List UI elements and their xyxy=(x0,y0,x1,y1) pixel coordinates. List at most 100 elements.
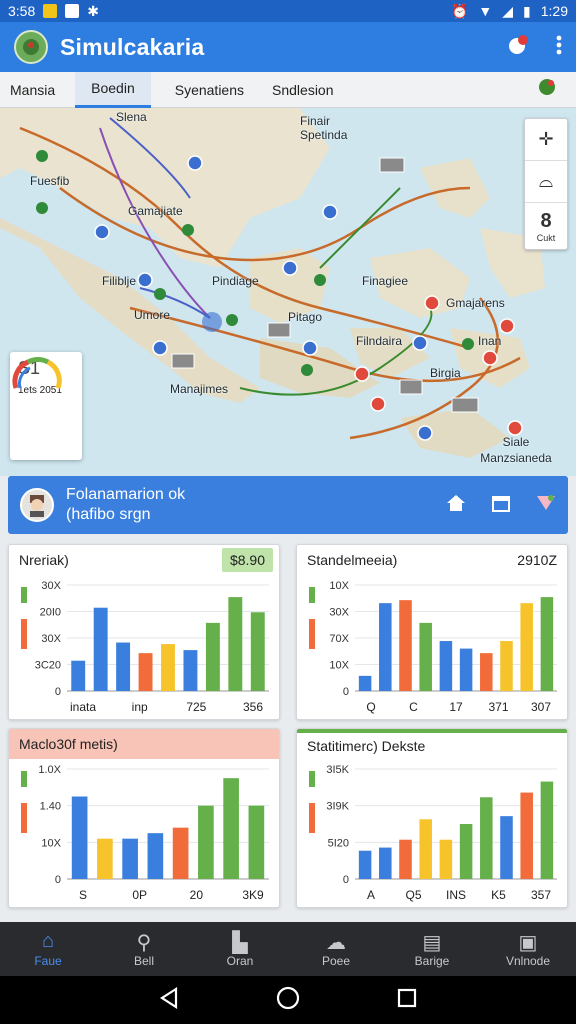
gauge-icon xyxy=(12,356,62,389)
score-card[interactable]: S1 1ets 2051 xyxy=(10,352,82,460)
tab-bar: Mansia Boedin Syenatiens Sndlesion xyxy=(0,71,576,108)
chart-card-4[interactable]: Statitimerc) Dekste 3I5K 3I9K 5I20 0 A Q5 INS K… xyxy=(296,728,568,908)
map-label: Pindiage xyxy=(212,274,259,288)
bar xyxy=(248,805,265,879)
notification-bell-icon[interactable] xyxy=(506,33,530,62)
bar xyxy=(399,600,412,691)
map-canvas xyxy=(0,108,545,458)
back-icon[interactable] xyxy=(159,986,179,1014)
nav-label: Oran xyxy=(226,954,254,968)
home-icon: ⌂ xyxy=(41,930,55,952)
map-label: Slena xyxy=(116,110,147,124)
asterisk-icon: ✱ xyxy=(87,2,99,19)
nav-label: Bell xyxy=(133,954,154,968)
map-label: Finagiee xyxy=(362,274,409,288)
chart-svg: 10X 30X 70X 10X 0 Q C 17 371 307 xyxy=(309,580,557,714)
ytick-label: 10X xyxy=(329,580,349,592)
nav-item-search[interactable]: ⚲ Bell xyxy=(96,922,192,976)
map-controls: ✛ ⌓ 8 Cukt xyxy=(524,118,568,250)
bar xyxy=(379,603,392,691)
map-label: Siale Manzsianeda xyxy=(480,435,552,465)
nav-item-group[interactable]: ☁ Poee xyxy=(288,922,384,976)
group-icon: ☁ xyxy=(326,932,346,954)
status-bar: 3:58 ✱ ⏰ ▼ ◢ ▮ 1:29 xyxy=(0,0,576,22)
notification-icon-2 xyxy=(65,4,80,18)
app-logo[interactable] xyxy=(14,30,48,64)
xtick-label: 17 xyxy=(449,700,463,714)
home-icon[interactable] xyxy=(446,494,466,517)
bar xyxy=(419,819,432,879)
app-title: Simulcakaria xyxy=(60,33,205,60)
banner-title: Folanamarion ok xyxy=(66,486,186,503)
xtick-label: 357 xyxy=(531,888,551,902)
chart-card-1[interactable]: Nreriak) $8.90 30X 20I0 30X 3C20 0 inata inp 725… xyxy=(8,544,280,720)
card-value: $8.90 xyxy=(221,548,273,572)
home-circle-icon[interactable] xyxy=(276,986,300,1015)
xtick-label: inata xyxy=(70,700,96,714)
legend-swatch xyxy=(309,803,315,833)
nav-item-list[interactable]: ▤ Barige xyxy=(384,922,480,976)
xtick-label: Q xyxy=(366,700,375,714)
xtick-label: 371 xyxy=(488,700,508,714)
system-nav-bar xyxy=(0,976,576,1024)
card-title: Statitimerc) Dekste xyxy=(307,738,426,754)
ytick-label: 0 xyxy=(343,874,349,886)
map-mode-button[interactable]: 8 Cukt xyxy=(525,203,567,249)
tab-mansia[interactable]: Mansia xyxy=(0,72,65,108)
ytick-label: 1.0X xyxy=(38,764,61,776)
xtick-label: 3K9 xyxy=(242,888,264,902)
ytick-label: 3I9K xyxy=(326,801,349,813)
nav-label: Barige xyxy=(414,954,450,968)
chart-card-2[interactable]: Standelmeeia) 2910Z 10X 30X 70X 10X 0 Q C 17 371 3… xyxy=(296,544,568,720)
ytick-label: 5I20 xyxy=(328,837,349,849)
bar xyxy=(480,797,493,879)
map-label: Pitago xyxy=(288,310,323,324)
list-icon: ▤ xyxy=(422,932,442,954)
ytick-label: 30X xyxy=(41,580,61,592)
ytick-label: 0 xyxy=(343,686,349,698)
bar xyxy=(358,850,372,879)
layers-icon[interactable]: ⌓ xyxy=(525,161,567,203)
ytick-label: 1.40 xyxy=(40,801,61,813)
chart-card-3[interactable]: Maclo30f metis) 1.0X 1.40 10X 0 S 0P 20 3K9 xyxy=(8,728,280,908)
ytick-label: 3I5K xyxy=(326,764,349,776)
signal-icon: ◢ xyxy=(502,2,514,19)
nav-item-home[interactable]: ⌂ Faue xyxy=(0,922,96,976)
chart-svg: 3I5K 3I9K 5I20 0 A Q5 INS K5 357 xyxy=(309,764,557,902)
info-banner[interactable]: Folanamarion ok (hafibo srgn xyxy=(8,476,568,534)
bar xyxy=(223,778,239,879)
card-title: Nreriak) xyxy=(19,552,69,568)
bottom-nav: ⌂ Faue ⚲ Bell ▙ Oran ☁ Poee ▤ Barige ▣ V… xyxy=(0,922,576,976)
tab-syenatiens[interactable]: Syenatiens xyxy=(165,72,254,108)
filter-icon[interactable] xyxy=(536,494,556,517)
card-title: Maclo30f metis) xyxy=(19,736,118,752)
bar xyxy=(71,796,88,879)
tab-boedin[interactable]: Boedin xyxy=(75,71,151,108)
map-pin-icon[interactable] xyxy=(536,76,558,103)
bar xyxy=(93,607,108,691)
ytick-label: 10X xyxy=(329,660,349,672)
bar xyxy=(459,824,473,879)
recents-icon[interactable] xyxy=(397,988,417,1013)
crosshair-icon[interactable]: ✛ xyxy=(525,119,567,161)
map-label: Filiblje xyxy=(102,274,137,288)
xtick-label: C xyxy=(409,700,418,714)
nav-item-image[interactable]: ▣ Vnlnode xyxy=(480,922,576,976)
bar xyxy=(122,838,138,879)
calendar-icon[interactable] xyxy=(492,494,510,517)
bar xyxy=(439,839,453,879)
legend-swatch xyxy=(21,619,27,649)
nav-label: Vnlnode xyxy=(505,954,551,968)
battery-icon: ▮ xyxy=(523,2,531,19)
bar xyxy=(459,648,473,691)
bar xyxy=(228,597,243,691)
legend-swatch xyxy=(309,619,315,649)
ytick-label: 20I0 xyxy=(40,607,61,619)
map-view[interactable]: Slena Finair Spetinda Fuesfib Gamajiate … xyxy=(0,108,576,476)
bar xyxy=(500,816,513,879)
more-vert-icon[interactable] xyxy=(556,35,562,60)
nav-item-building[interactable]: ▙ Oran xyxy=(192,922,288,976)
ytick-label: 0 xyxy=(55,686,61,698)
tab-sndlesion[interactable]: Sndlesion xyxy=(262,72,344,108)
search-icon: ⚲ xyxy=(136,932,152,954)
